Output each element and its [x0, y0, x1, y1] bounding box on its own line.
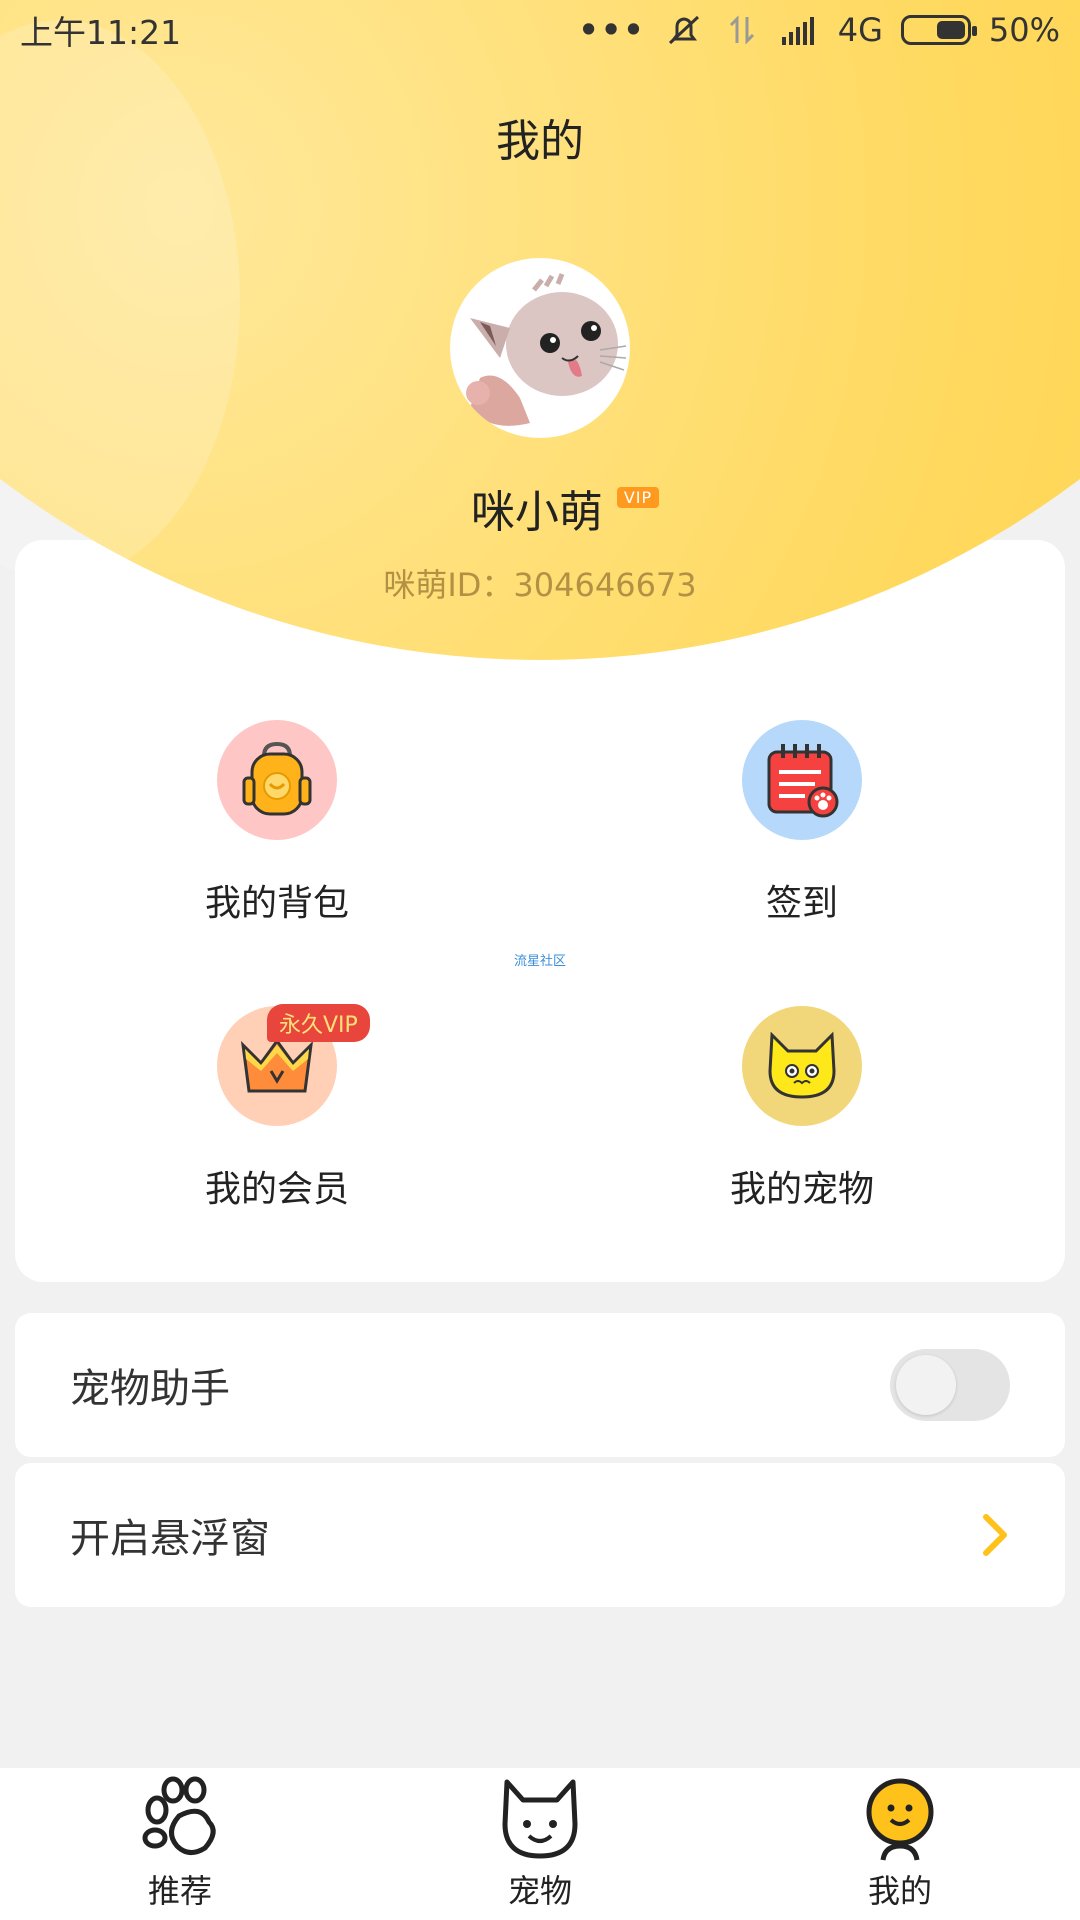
watermark-text: 流星社区	[513, 954, 566, 969]
paw-icon	[142, 1776, 216, 1855]
pet-assistant-row: 宠物助手	[15, 1313, 1065, 1457]
float-window-label: 开启悬浮窗	[70, 1516, 270, 1562]
avatar[interactable]	[450, 258, 630, 438]
cat-icon	[502, 1779, 578, 1859]
grid-label: 我的宠物	[729, 1169, 874, 1210]
page-title: 我的	[496, 116, 584, 167]
pet-assistant-label: 宠物助手	[70, 1366, 230, 1412]
chevron-right-icon	[983, 1514, 1007, 1556]
grid-label: 我的背包	[204, 883, 349, 924]
calendar-icon	[742, 720, 862, 840]
cat-face-icon	[742, 1006, 862, 1126]
more-dots: •••	[578, 11, 646, 49]
toggle-knob	[896, 1355, 956, 1415]
grid-item-backpack[interactable]: 我的背包	[127, 720, 427, 926]
battery-percent: 50%	[988, 11, 1060, 49]
float-window-row[interactable]: 开启悬浮窗	[15, 1463, 1065, 1607]
permanent-vip-tag: 永久VIP	[267, 1004, 370, 1042]
backpack-icon	[217, 720, 337, 840]
crown-icon: 永久VIP	[217, 1004, 370, 1126]
bottom-nav: 推荐 宠物 我的	[0, 1768, 1080, 1920]
battery-icon	[900, 15, 977, 45]
grid-item-checkin[interactable]: 签到	[652, 720, 952, 926]
vip-badge: VIP	[616, 486, 660, 508]
profile-icon	[866, 1778, 934, 1861]
pet-assistant-toggle[interactable]	[890, 1349, 1010, 1421]
status-icons: ••• 4G 50%	[578, 11, 1060, 49]
status-time: 上午11:21	[20, 13, 182, 52]
network-type: 4G	[837, 11, 883, 49]
status-bar: 上午11:21 ••• 4G 50%	[0, 0, 1080, 60]
grid-item-my-pet[interactable]: 我的宠物	[652, 1006, 952, 1212]
grid-label: 签到	[765, 883, 838, 924]
grid-label: 我的会员	[204, 1169, 349, 1210]
tab-label: 推荐	[147, 1872, 212, 1910]
profile-screen: 上午11:21 ••• 4G 50% 我的 咪小萌 VIP 咪萌ID：30464…	[0, 0, 1080, 1920]
username: 咪小萌	[470, 487, 603, 538]
tab-label: 宠物	[507, 1872, 572, 1910]
tab-mine[interactable]: 我的	[720, 1768, 1080, 1920]
username-row: 咪小萌 VIP	[0, 476, 1080, 540]
data-transfer-icon	[729, 15, 754, 45]
tab-recommend[interactable]: 推荐	[0, 1768, 360, 1920]
tab-label: 我的	[867, 1872, 932, 1910]
tab-pets[interactable]: 宠物	[360, 1768, 720, 1920]
mute-bell-icon	[668, 15, 699, 45]
cat-avatar-icon	[466, 273, 627, 426]
grid-item-membership[interactable]: 永久VIP 我的会员	[127, 1004, 427, 1212]
signal-icon	[781, 17, 814, 45]
user-id: 咪萌ID：304646673	[383, 566, 697, 604]
